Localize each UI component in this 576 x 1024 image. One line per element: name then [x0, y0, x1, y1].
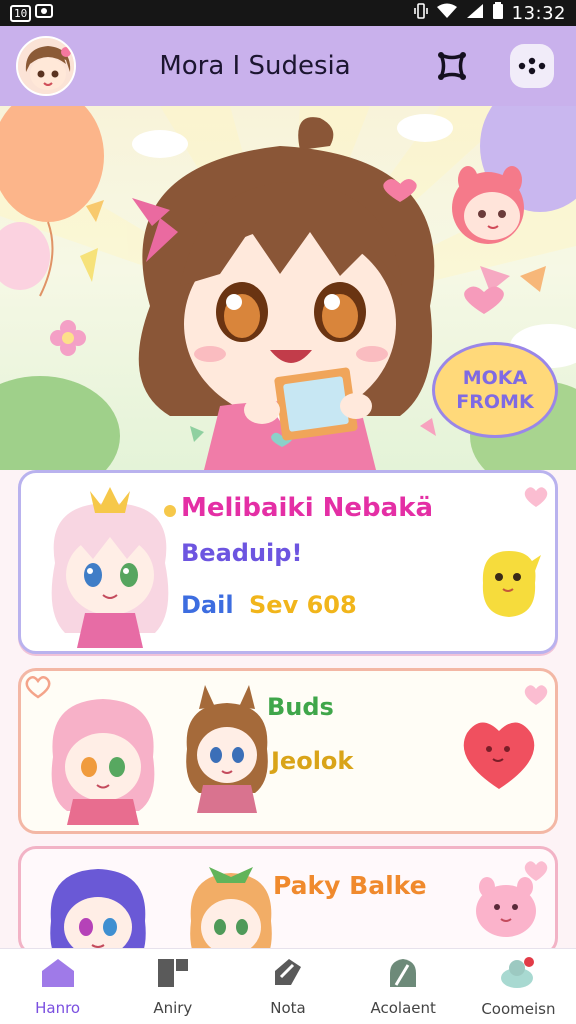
pink-pig-mascot — [476, 877, 536, 937]
hero-banner: MOKA FROMK — [0, 106, 576, 470]
note-icon — [271, 957, 305, 993]
character-portrait — [190, 867, 272, 953]
heart-icon[interactable] — [523, 485, 549, 509]
nav-acolaent[interactable]: Acolaent — [346, 949, 461, 1024]
link-icon[interactable] — [430, 44, 474, 88]
speech-bubble-line1: MOKA — [462, 367, 528, 389]
card-subtitle: Jeolok — [271, 747, 354, 775]
grid-icon — [156, 957, 190, 993]
card-title: Paky Balke — [273, 871, 427, 900]
red-heart-mascot — [463, 722, 535, 789]
chat-bubble-icon — [499, 956, 537, 994]
yellow-mascot — [482, 551, 541, 617]
home-icon — [40, 957, 76, 993]
card-subtitle: Beaduip! — [181, 539, 303, 567]
speech-bubble-line2: FROMK — [456, 391, 534, 413]
vibrate-icon — [413, 2, 428, 24]
bottom-navigation: Hanro Aniry Nota Acolaent Coomeisn — [0, 948, 576, 1024]
speech-bubble: MOKA FROMK — [432, 342, 558, 438]
clock: 13:32 — [511, 2, 566, 24]
nav-label: Nota — [270, 998, 306, 1017]
card-stat-value: Sev 608 — [249, 591, 357, 619]
nav-label: Acolaent — [370, 998, 436, 1017]
nav-label: Hanro — [35, 998, 81, 1017]
character-portrait — [50, 869, 146, 953]
character-portrait — [51, 699, 155, 825]
leaf-icon — [386, 957, 420, 993]
character-card-2[interactable]: Buds Jeolok — [18, 668, 558, 834]
app-header: Mora I Sudesia — [0, 26, 576, 106]
character-card-3[interactable]: Paky Balke — [18, 846, 558, 956]
status-bar: 10 13:32 — [0, 0, 576, 26]
wifi-icon — [436, 3, 458, 24]
nav-aniry[interactable]: Aniry — [115, 949, 230, 1024]
battery-icon — [492, 1, 504, 25]
nav-home[interactable]: Hanro — [0, 949, 115, 1024]
heart-icon[interactable] — [523, 683, 549, 707]
character-portrait — [51, 487, 176, 648]
character-portrait — [186, 685, 268, 813]
nav-nota[interactable]: Nota — [230, 949, 345, 1024]
card-stat-label: Dail — [181, 591, 234, 619]
nav-coomeisn[interactable]: Coomeisn — [461, 949, 576, 1024]
card-title: Buds — [267, 693, 334, 721]
signal-icon — [466, 3, 484, 24]
notification-badge: 10 — [10, 4, 32, 22]
card-title: Melibaiki Nebakä — [181, 493, 434, 523]
more-options-icon[interactable] — [510, 44, 554, 88]
character-card-1[interactable]: Melibaiki Nebakä Beaduip! Dail Sev 608 — [18, 470, 558, 654]
nav-label: Coomeisn — [481, 999, 556, 1018]
nav-label: Aniry — [153, 998, 193, 1017]
notification-icon — [35, 3, 54, 24]
